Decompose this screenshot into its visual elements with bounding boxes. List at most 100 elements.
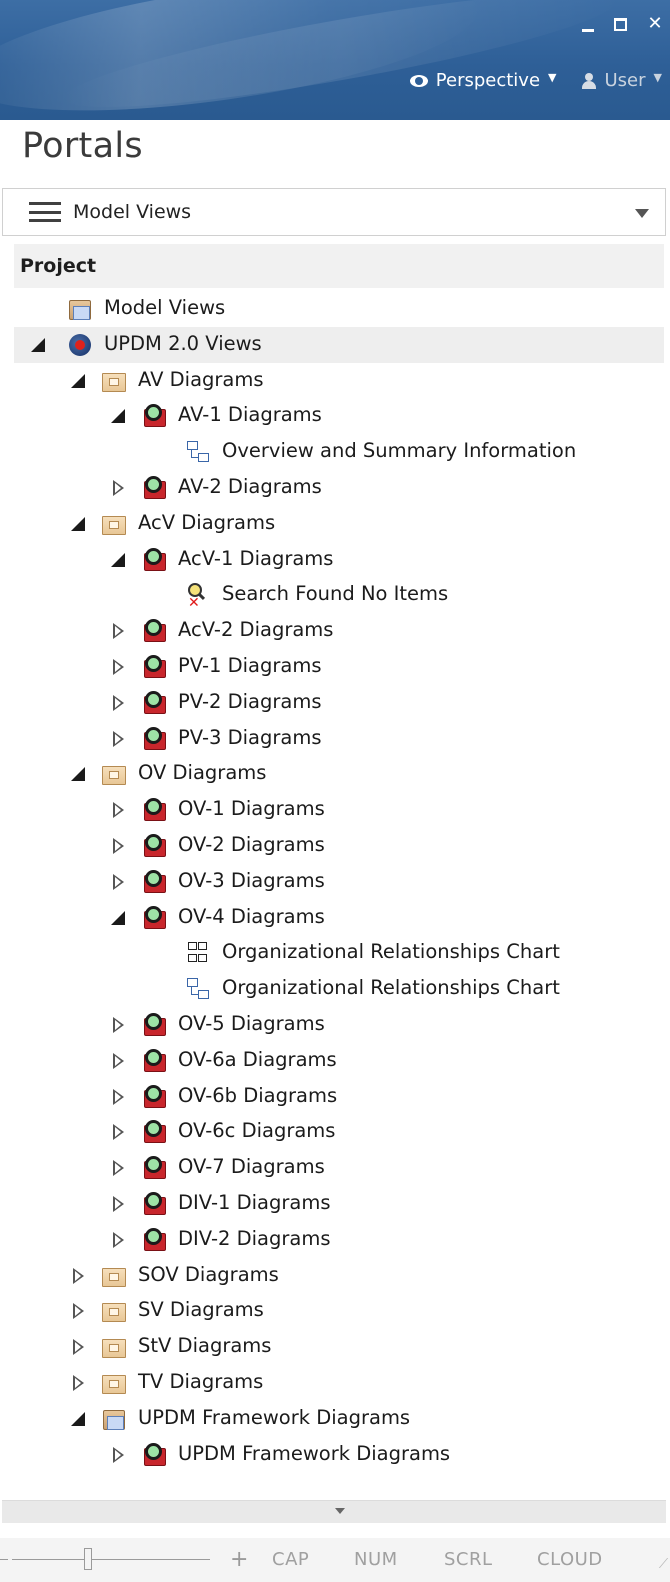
expand-arrow-icon[interactable] <box>110 694 126 711</box>
zoom-slider-thumb[interactable] <box>84 1548 92 1570</box>
tree-item[interactable]: UPDM Framework Diagrams <box>14 1437 664 1473</box>
expand-arrow-icon[interactable] <box>110 623 126 640</box>
collapse-arrow-icon[interactable] <box>110 910 126 926</box>
tree-item[interactable]: TV Diagrams <box>14 1365 664 1401</box>
diagram-icon <box>186 440 210 464</box>
expand-arrow-icon[interactable] <box>110 873 126 890</box>
user-menu[interactable]: User ▼ <box>581 70 662 91</box>
tree-item[interactable]: OV-7 Diagrams <box>14 1150 664 1186</box>
tree-item[interactable]: OV-1 Diagrams <box>14 792 664 828</box>
expand-arrow-icon[interactable] <box>110 1017 126 1033</box>
tree-item[interactable]: AcV-2 Diagrams <box>14 613 664 649</box>
expand-arrow-icon[interactable] <box>70 1339 86 1356</box>
expand-arrow-icon[interactable] <box>110 1231 126 1248</box>
expand-arrow-icon[interactable] <box>110 1088 126 1105</box>
tree-item[interactable]: Organizational Relationships Chart <box>14 935 664 971</box>
tree-item[interactable]: AcV Diagrams <box>14 506 664 542</box>
tree-item-label: AV-2 Diagrams <box>178 475 322 498</box>
search-icon <box>142 1120 166 1144</box>
expand-arrow-icon[interactable] <box>110 480 126 496</box>
collapse-arrow-icon[interactable] <box>70 373 86 389</box>
expand-arrow-icon[interactable] <box>110 730 126 747</box>
project-header: Project <box>14 244 664 288</box>
tree-item-label: Model Views <box>104 296 226 319</box>
close-button[interactable]: ✕ <box>646 14 664 34</box>
tree-item-label: UPDM 2.0 Views <box>104 331 262 355</box>
tree-item[interactable]: ✕ Search Found No Items <box>14 577 664 613</box>
tree-item[interactable]: PV-1 Diagrams <box>14 649 664 685</box>
tree-item[interactable]: PV-2 Diagrams <box>14 685 664 721</box>
expand-arrow-icon[interactable] <box>70 1267 86 1284</box>
org-chart-icon <box>186 941 210 965</box>
expand-arrow-icon[interactable] <box>110 1124 126 1141</box>
resize-grip[interactable] <box>648 1558 669 1568</box>
search-icon <box>142 1156 166 1180</box>
tree-item-label: OV-3 Diagrams <box>178 868 325 892</box>
tree-item[interactable]: AV-2 Diagrams <box>14 470 664 506</box>
zoom-minus-icon[interactable] <box>0 1559 8 1560</box>
tree-item[interactable]: AV Diagrams <box>14 363 664 399</box>
tree-item-label: AV-1 Diagrams <box>178 403 322 427</box>
cloud-indicator: CLOUD <box>537 1549 603 1570</box>
scroll-lock-indicator: SCRL <box>444 1549 493 1570</box>
maximize-button[interactable] <box>614 17 632 31</box>
tree-item-label: AcV-2 Diagrams <box>178 618 334 642</box>
expand-arrow-icon[interactable] <box>70 1303 86 1320</box>
perspective-menu[interactable]: Perspective ▼ <box>409 70 557 91</box>
scroll-down-icon[interactable] <box>335 1508 345 1514</box>
zoom-slider[interactable] <box>12 1559 210 1560</box>
tree-item[interactable]: AV-1 Diagrams <box>14 398 664 434</box>
tree-item[interactable]: OV-4 Diagrams <box>14 900 664 936</box>
tree-item[interactable]: Organizational Relationships Chart <box>14 971 664 1007</box>
search-icon <box>142 1192 166 1216</box>
collapse-arrow-icon[interactable] <box>70 1411 86 1427</box>
collapse-arrow-icon[interactable] <box>110 408 126 424</box>
collapse-arrow-icon[interactable] <box>70 516 86 532</box>
collapse-arrow-icon[interactable] <box>110 552 126 568</box>
tree-item[interactable]: StV Diagrams <box>14 1329 664 1365</box>
tree-item-label: SOV Diagrams <box>138 1262 279 1286</box>
tree-item[interactable]: OV-6b Diagrams <box>14 1079 664 1115</box>
caret-down-icon: ▼ <box>548 71 557 84</box>
tree-item[interactable]: UPDM 2.0 Views <box>14 326 664 363</box>
tree-item[interactable]: AcV-1 Diagrams <box>14 542 664 578</box>
tree-item[interactable]: Overview and Summary Information <box>14 434 664 470</box>
expand-arrow-icon[interactable] <box>110 1196 126 1212</box>
expand-arrow-icon[interactable] <box>110 659 126 675</box>
tree-item[interactable]: OV-5 Diagrams <box>14 1007 664 1043</box>
tree-item[interactable]: OV-6c Diagrams <box>14 1114 664 1150</box>
tree-item[interactable]: OV-3 Diagrams <box>14 864 664 900</box>
collapse-arrow-icon[interactable] <box>30 337 46 353</box>
zoom-in-button[interactable]: + <box>230 1547 248 1572</box>
selected-view-label: Model Views <box>73 201 192 223</box>
minimize-button[interactable] <box>582 17 600 32</box>
project-tree: Project Model Views UPDM 2.0 Views AV Diag… <box>14 244 664 1500</box>
tree-item[interactable]: OV-6a Diagrams <box>14 1043 664 1079</box>
expand-arrow-icon[interactable] <box>110 802 126 819</box>
expand-arrow-icon[interactable] <box>110 1446 126 1463</box>
hamburger-icon <box>29 202 61 222</box>
tree-item[interactable]: DIV-2 Diagrams <box>14 1222 664 1258</box>
expand-arrow-icon[interactable] <box>110 1052 126 1069</box>
tree-item[interactable]: UPDM Framework Diagrams <box>14 1401 664 1437</box>
tree-item[interactable]: SOV Diagrams <box>14 1258 664 1294</box>
tree-item-label: Organizational Relationships Chart <box>222 940 560 964</box>
tree-item-label: Organizational Relationships Chart <box>222 976 560 1000</box>
tree-item-label: OV-6b Diagrams <box>178 1083 338 1107</box>
tree-item[interactable]: OV Diagrams <box>14 756 664 792</box>
title-bar: ✕ Perspective ▼ User ▼ <box>0 0 670 120</box>
tree-item[interactable]: DIV-1 Diagrams <box>14 1186 664 1222</box>
horizontal-scrollbar[interactable] <box>2 1500 666 1523</box>
collapse-arrow-icon[interactable] <box>70 766 86 782</box>
tree-item[interactable]: SV Diagrams <box>14 1293 664 1329</box>
package-icon <box>102 1335 126 1359</box>
expand-arrow-icon[interactable] <box>110 838 126 854</box>
user-icon <box>581 72 597 89</box>
tree-item[interactable]: OV-2 Diagrams <box>14 828 664 864</box>
search-icon <box>142 404 166 428</box>
tree-item[interactable]: PV-3 Diagrams <box>14 721 664 757</box>
portal-view-select[interactable]: Model Views <box>2 188 666 236</box>
tree-item[interactable]: Model Views <box>14 291 664 327</box>
expand-arrow-icon[interactable] <box>110 1160 126 1177</box>
expand-arrow-icon[interactable] <box>70 1375 86 1391</box>
